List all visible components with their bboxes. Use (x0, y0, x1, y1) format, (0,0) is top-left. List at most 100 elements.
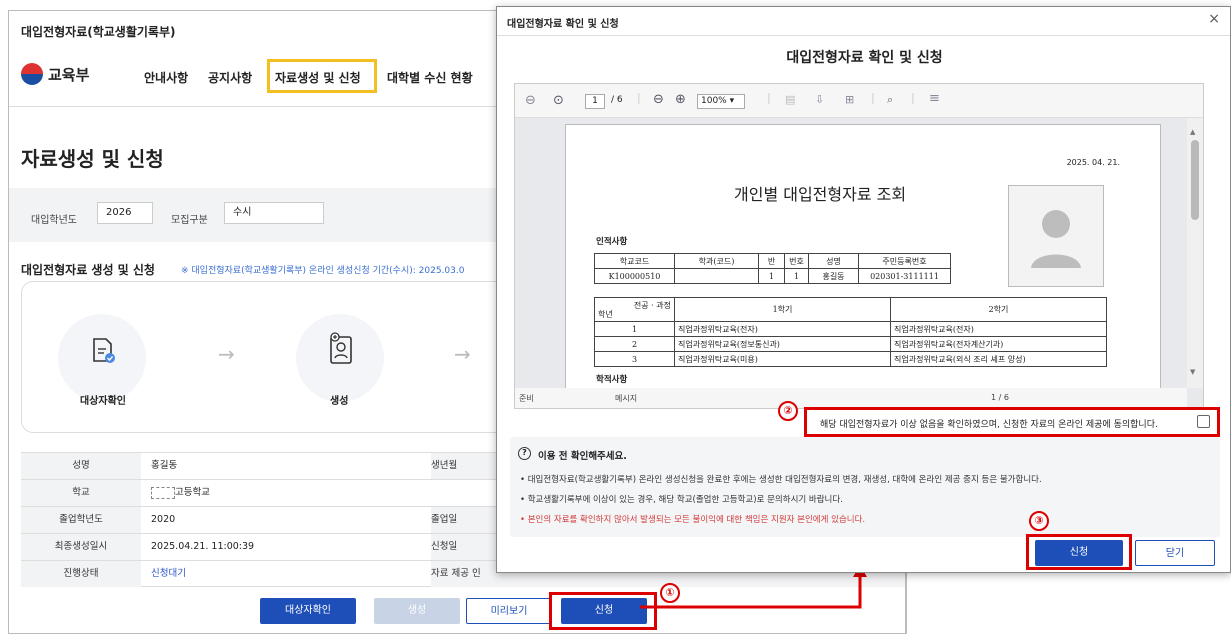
fit-page-icon[interactable]: ⊞ (845, 93, 854, 106)
document-page: 2025. 04. 21. 개인별 대입전형자료 조회 인적사항 학교코드 학과… (565, 124, 1161, 408)
print-icon[interactable]: ▤ (785, 93, 795, 106)
step-label-confirm: 대상자확인 (80, 396, 126, 407)
table-row: 1 직업과정위탁교육(전자) 직업과정위탁교육(전자) (594, 321, 1107, 337)
agree-checkbox[interactable] (1197, 415, 1210, 428)
table-cell: 직업과정위탁교육(미용) (674, 351, 891, 367)
doc-section-enrollment: 학적사항 (596, 375, 628, 385)
status-value: 신청대기 (151, 568, 186, 579)
table-cell: 1 (784, 268, 809, 284)
question-icon: ? (518, 447, 531, 460)
viewer-toolbar: ⊖ ⊙ 1 / 6 | ⊖ ⊕ 100% ▾ | ▤ ⇩ ⊞ | ⌕ | ≡ (515, 84, 1203, 118)
table-cell: 직업과정위탁교육(전자) (890, 321, 1107, 337)
dialog-close-button[interactable]: 닫기 (1135, 540, 1215, 566)
table-header: 1학기 (674, 297, 891, 322)
logo-text: 교육부 (48, 65, 90, 84)
notice-warning-line: • 본인의 자료를 확인하지 않아서 발생되는 모든 불이익에 대한 책임은 지… (520, 515, 866, 525)
zoom-out-icon[interactable]: ⊖ (653, 92, 664, 107)
status-message: 메시지 (615, 394, 638, 403)
scroll-thumb[interactable] (1191, 140, 1199, 220)
toolbar-separator: | (871, 91, 875, 104)
profile-photo-icon (1031, 210, 1081, 268)
info-key: 학교 (21, 480, 141, 506)
photo-frame (1008, 185, 1104, 287)
table-cell: 직업과정위탁교육(전자계산기과) (890, 336, 1107, 352)
scroll-up-icon[interactable]: ▲ (1190, 128, 1195, 136)
table-header-row: 전공 · 과정 학년 1학기 2학기 (594, 297, 1107, 322)
prev-page-icon[interactable]: ⊖ (525, 93, 536, 108)
status-ready: 준비 (519, 394, 534, 403)
zoom-value: 100% (701, 96, 727, 106)
next-page-icon[interactable]: ⊙ (553, 93, 564, 108)
viewer-scrollbar[interactable]: ▲ ▼ (1187, 118, 1203, 388)
table-cell (674, 268, 759, 284)
table-cell: 홍길동 (808, 268, 859, 284)
pdf-viewer[interactable]: ⊖ ⊙ 1 / 6 | ⊖ ⊕ 100% ▾ | ▤ ⇩ ⊞ | ⌕ | ≡ 2… (514, 83, 1204, 409)
doc-title: 개인별 대입전형자료 조회 (734, 185, 907, 204)
dialog-titlebar-text: 대입전형자료 확인 및 신청 (507, 19, 619, 30)
notice-line: • 학교생활기록부에 이상이 있는 경우, 해당 학교(졸업한 고등학교)로 문… (520, 495, 843, 505)
document-person-icon (330, 332, 352, 364)
recruit-type-field[interactable]: 수시 (224, 202, 324, 224)
table-cell: 1 (758, 268, 785, 284)
page-title: 자료생성 및 신청 (21, 147, 164, 171)
section-title: 대입전형자료 생성 및 신청 (21, 263, 155, 277)
step-label-create: 생성 (330, 396, 349, 407)
confirm-target-button[interactable]: 대상자확인 (260, 598, 356, 624)
create-button[interactable]: 생성 (374, 598, 460, 624)
right-pane (906, 573, 1231, 634)
table-row: 2 직업과정위탁교육(정보통신과) 직업과정위탁교육(전자계산기과) (594, 336, 1107, 352)
zoom-select[interactable]: 100% ▾ (697, 94, 745, 109)
table-cell: 직업과정위탁교육(전자) (674, 321, 891, 337)
masked-school-name (151, 486, 175, 499)
toolbar-separator: | (911, 91, 915, 104)
course-corner-cell: 전공 · 과정 학년 (594, 297, 675, 322)
scroll-down-icon[interactable]: ▼ (1190, 368, 1195, 376)
close-icon[interactable]: × (1208, 11, 1220, 27)
section-note: ※ 대입전형자료(학교생활기록부) 온라인 생성신청 기간(수시): 2025.… (181, 266, 465, 276)
nav-university-status[interactable]: 대학별 수신 현황 (387, 69, 473, 86)
info-value: 홍길동 (151, 460, 178, 471)
page-number-input[interactable]: 1 (585, 94, 605, 109)
zoom-in-icon[interactable]: ⊕ (675, 92, 686, 107)
step-arrow-icon: → (218, 342, 235, 366)
table-header: 번호 (784, 253, 809, 269)
table-cell: 3 (594, 351, 675, 367)
menu-icon[interactable]: ≡ (929, 91, 940, 106)
year-label: 대입학년도 (31, 215, 77, 226)
table-cell: 직업과정위탁교육(정보통신과) (674, 336, 891, 352)
table-header: 반 (758, 253, 785, 269)
course-table: 전공 · 과정 학년 1학기 2학기 1 직업과정위탁교육(전자) 직업과정위탁교… (594, 297, 1107, 367)
save-icon[interactable]: ⇩ (815, 93, 824, 106)
site-title: 대입전형자료(학교생활기록부) (21, 25, 176, 39)
nav-notice[interactable]: 공지사항 (208, 69, 252, 86)
agree-label[interactable]: 해당 대입전형자료가 이상 없음을 확인하였으며, 신청한 자료의 온라인 제공… (820, 417, 1158, 430)
recruit-type-label: 모집구분 (171, 215, 208, 226)
table-header-row: 학교코드 학과(코드) 반 번호 성명 주민등록번호 (594, 253, 951, 269)
page-total: / 6 (611, 95, 623, 105)
table-cell: 020301-3111111 (858, 268, 951, 284)
info-value: 고등학교 (151, 480, 210, 506)
info-value: 2020 (151, 514, 176, 525)
dialog-heading: 대입전형자료 확인 및 신청 (786, 50, 943, 66)
search-icon[interactable]: ⌕ (887, 93, 893, 107)
nav-guide[interactable]: 안내사항 (144, 69, 188, 86)
info-key: 성명 (21, 453, 141, 479)
grade-header: 학년 (598, 309, 613, 319)
notice-title: 이용 전 확인해주세요. (538, 451, 627, 462)
preview-button[interactable]: 미리보기 (466, 598, 552, 624)
dialog-apply-button[interactable]: 신청 (1035, 540, 1123, 566)
confirm-apply-dialog: 대입전형자료 확인 및 신청 × 대입전형자료 확인 및 신청 ⊖ ⊙ 1 / … (496, 6, 1231, 573)
toolbar-separator: | (767, 91, 771, 104)
viewer-statusbar: 준비 메시지 1 / 6 (515, 388, 1187, 408)
table-header: 학과(코드) (674, 253, 759, 269)
ministry-logo[interactable]: 교육부 (21, 63, 89, 85)
year-field[interactable]: 2026 (97, 202, 153, 224)
step-two-badge: ② (778, 401, 798, 421)
table-cell: 2 (594, 336, 675, 352)
notice-box: ? 이용 전 확인해주세요. • 대입전형자료(학교생활기록부) 온라인 생성신… (510, 437, 1220, 537)
doc-date: 2025. 04. 21. (1066, 158, 1120, 167)
step-arrow-icon-2: → (454, 342, 471, 366)
taegeuk-icon (21, 63, 43, 85)
doc-section-personal: 인적사항 (596, 237, 628, 247)
info-key: 최종생성일시 (21, 534, 141, 560)
